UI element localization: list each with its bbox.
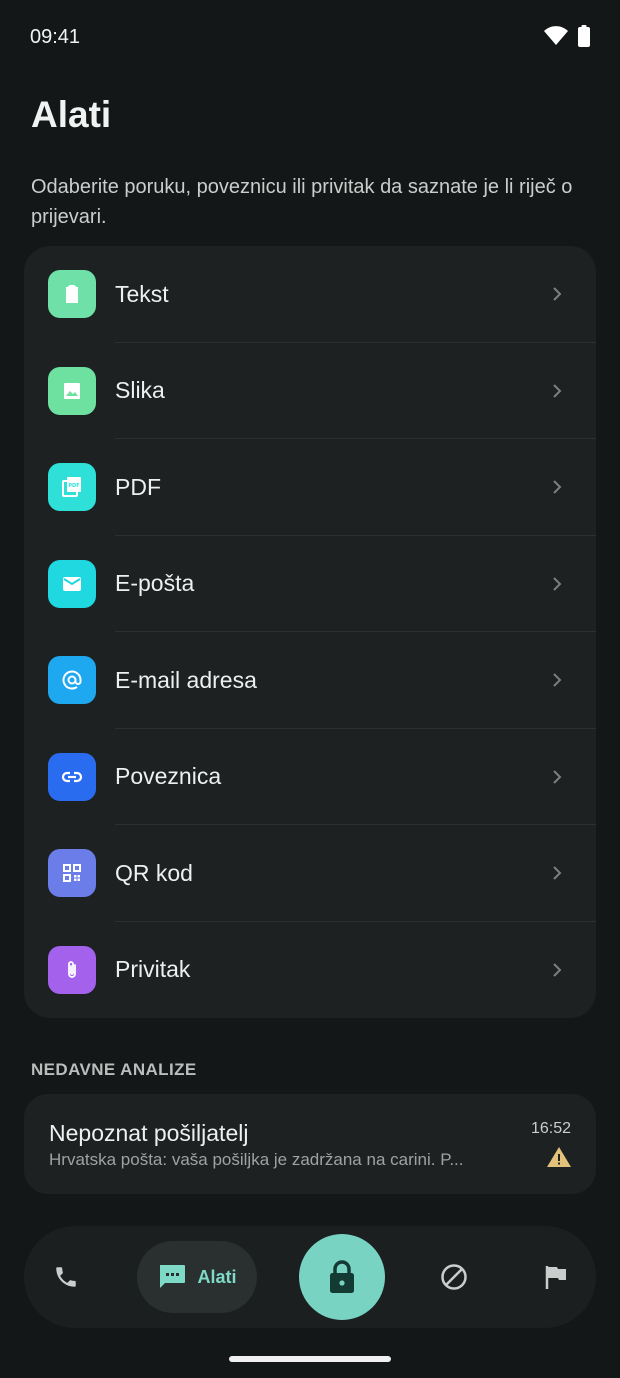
tool-item-e-mail-adresa[interactable]: E-mail adresa — [24, 632, 596, 729]
tool-item-tekst[interactable]: Tekst — [24, 246, 596, 343]
tool-label: Poveznica — [115, 763, 222, 790]
tool-item-slika[interactable]: Slika — [24, 343, 596, 439]
qr-icon — [48, 849, 96, 898]
phone-icon — [56, 1267, 76, 1287]
tool-item-e-posta[interactable]: E-pošta — [24, 536, 596, 632]
block-icon — [441, 1264, 467, 1290]
tool-item-qr-kod[interactable]: QR kod — [24, 825, 596, 922]
tool-item-poveznica[interactable]: Poveznica — [24, 729, 596, 825]
tool-label: QR kod — [115, 859, 193, 886]
chevron-right-icon — [550, 963, 564, 977]
battery-icon — [578, 25, 590, 47]
page-subtitle: Odaberite poruku, poveznicu ili privitak… — [31, 176, 573, 228]
recent-sender: Nepoznat pošiljatelj — [49, 1120, 249, 1146]
recent-analysis-item[interactable]: Nepoznat pošiljatelj Hrvatska pošta: vaš… — [24, 1094, 596, 1194]
tool-label: PDF — [115, 473, 161, 500]
tool-label: Slika — [115, 377, 165, 404]
chevron-right-icon — [550, 287, 564, 301]
flag-icon — [545, 1266, 566, 1289]
paperclip-icon — [48, 945, 96, 994]
lock-icon — [330, 1260, 354, 1293]
recent-preview: Hrvatska pošta: vaša pošiljka je zadržan… — [49, 1150, 464, 1169]
nav-calls[interactable] — [40, 1226, 92, 1328]
warning-icon — [547, 1147, 571, 1167]
home-indicator[interactable] — [229, 1356, 391, 1362]
chevron-right-icon — [550, 480, 564, 494]
nav-tools-label: Alati — [197, 1266, 237, 1287]
recent-time: 16:52 — [530, 1120, 571, 1137]
status-icons — [544, 25, 590, 47]
nav-tools-tab[interactable]: Alati — [137, 1241, 257, 1313]
tool-label: E-mail adresa — [115, 666, 257, 693]
tools-card: Tekst Slika PDF PDF E-pošta E-mail adres… — [24, 246, 596, 1018]
link-icon — [48, 752, 96, 801]
nav-reports[interactable] — [530, 1226, 582, 1328]
nav-blocked[interactable] — [428, 1226, 480, 1328]
tool-item-privitak[interactable]: Privitak — [24, 922, 596, 1019]
svg-text:PDF: PDF — [68, 483, 79, 489]
mail-icon — [48, 559, 96, 608]
tool-label: Privitak — [115, 956, 191, 983]
image-icon — [48, 366, 96, 415]
chevron-right-icon — [550, 577, 564, 591]
chevron-right-icon — [550, 673, 564, 687]
tool-label: Tekst — [115, 280, 169, 307]
status-bar: 09:41 — [0, 0, 620, 76]
status-time: 09:41 — [30, 26, 81, 48]
chevron-right-icon — [550, 866, 564, 880]
recent-section-heading: NEDAVNE ANALIZE — [31, 1060, 197, 1079]
clipboard-icon — [48, 270, 96, 319]
pdf-icon: PDF — [48, 463, 96, 512]
wifi-icon — [544, 26, 568, 45]
tool-label: E-pošta — [115, 570, 195, 597]
lock-button[interactable] — [299, 1234, 385, 1320]
chevron-right-icon — [550, 770, 564, 784]
chat-icon — [160, 1265, 186, 1288]
chevron-right-icon — [550, 384, 564, 398]
page-title: Alati — [31, 94, 112, 135]
tool-item-pdf[interactable]: PDF PDF — [24, 439, 596, 536]
at-icon — [48, 656, 96, 705]
bottom-nav: Alati — [24, 1226, 596, 1328]
